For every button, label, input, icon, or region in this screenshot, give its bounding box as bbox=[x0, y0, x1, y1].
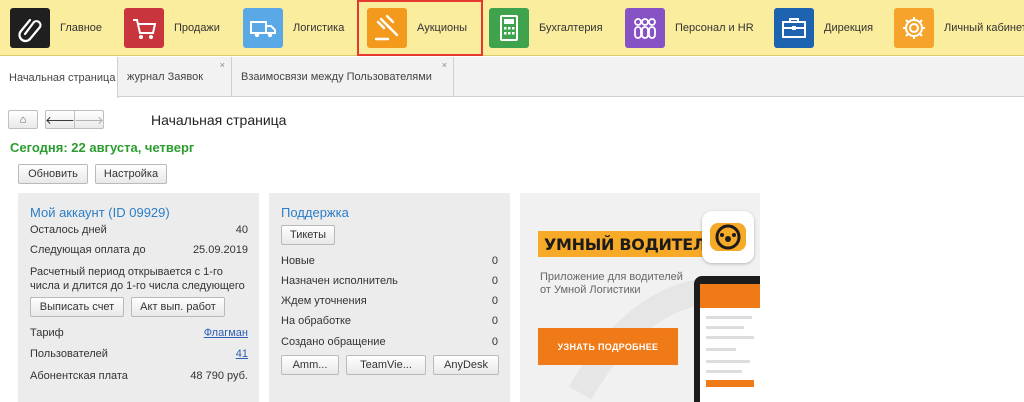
phone-mockup bbox=[694, 276, 760, 402]
tabs-bar: Начальная страница журнал Заявок × Взаим… bbox=[0, 57, 1024, 98]
section-main-label: Главное bbox=[60, 22, 103, 34]
tab-home-label: Начальная страница bbox=[9, 71, 116, 84]
account-panel: Мой аккаунт (ID 09929) Осталось дней 40 … bbox=[18, 193, 259, 402]
section-cabinet-label: Личный кабинет bbox=[944, 22, 1024, 34]
tab-user-relations-label: Взаимосвязи между Пользователями bbox=[241, 71, 432, 83]
fee-value: 48 790 руб. bbox=[190, 370, 248, 382]
steering-wheel-icon bbox=[710, 223, 746, 251]
today-date: Сегодня: 22 августа, четверг bbox=[10, 140, 195, 155]
anydesk-button[interactable]: AnyDesk bbox=[433, 355, 499, 375]
teamviewer-button[interactable]: TeamVie... bbox=[346, 355, 426, 375]
paperclip-icon bbox=[10, 8, 50, 48]
app-logo bbox=[702, 211, 754, 263]
next-payment-label: Следующая оплата до bbox=[30, 244, 146, 256]
section-sales-label: Продажи bbox=[174, 22, 220, 34]
ticket-status-label: Назначен исполнитель bbox=[281, 275, 398, 287]
phone-action-bar bbox=[706, 380, 754, 387]
briefcase-icon bbox=[774, 8, 814, 48]
section-accounting-label: Бухгалтерия bbox=[539, 22, 603, 34]
refresh-button[interactable]: Обновить bbox=[18, 164, 88, 184]
days-left-label: Осталось дней bbox=[30, 224, 107, 236]
days-left-value: 40 bbox=[235, 224, 248, 236]
home-button[interactable]: ⌂ bbox=[8, 110, 38, 129]
close-icon[interactable]: × bbox=[220, 60, 225, 70]
tickets-button[interactable]: Тикеты bbox=[281, 225, 335, 245]
ticket-status-count: 0 bbox=[491, 336, 498, 348]
ticket-status-count: 0 bbox=[491, 315, 498, 327]
learn-more-button[interactable]: УЗНАТЬ ПОДРОБНЕЕ bbox=[538, 328, 678, 365]
support-panel: Поддержка Тикеты Новые 0 Назначен исполн… bbox=[269, 193, 510, 402]
back-button[interactable]: 🡐 bbox=[45, 110, 75, 129]
phone-screen bbox=[700, 284, 760, 402]
ticket-status-count: 0 bbox=[491, 255, 498, 267]
section-logistics-label: Логистика bbox=[293, 22, 345, 34]
home-icon: ⌂ bbox=[19, 113, 27, 126]
ad-banner[interactable]: УМНЫЙ ВОДИТЕЛЬ Приложение для водителей … bbox=[520, 193, 760, 402]
section-auctions-label: Аукционы bbox=[417, 22, 468, 34]
phone-line bbox=[706, 370, 742, 373]
phone-app-header bbox=[700, 284, 760, 308]
gear-icon bbox=[894, 8, 934, 48]
account-title[interactable]: Мой аккаунт (ID 09929) bbox=[30, 205, 170, 220]
users-link[interactable]: 41 bbox=[236, 348, 248, 360]
settings-button[interactable]: Настройка bbox=[95, 164, 167, 184]
section-management-label: Дирекция bbox=[824, 22, 874, 34]
ad-description: Приложение для водителей от Умной Логист… bbox=[540, 271, 683, 296]
tab-requests-log-label: журнал Заявок bbox=[127, 71, 204, 83]
ticket-status-label: На обработке bbox=[281, 315, 352, 327]
people-icon bbox=[625, 8, 665, 48]
phone-line bbox=[706, 316, 752, 319]
ad-title: УМНЫЙ ВОДИТЕЛЬ bbox=[538, 231, 718, 257]
section-hr[interactable]: Персонал и HR bbox=[625, 0, 754, 56]
ticket-status-count: 0 bbox=[491, 275, 498, 287]
act-button[interactable]: Акт вып. работ bbox=[131, 297, 225, 317]
ticket-status-label: Ждем уточнения bbox=[281, 295, 367, 307]
truck-icon bbox=[243, 8, 283, 48]
section-cabinet[interactable]: Личный кабинет bbox=[894, 0, 1024, 56]
phone-line bbox=[706, 360, 750, 363]
arrow-right-icon: 🡒 bbox=[74, 114, 104, 127]
phone-line bbox=[706, 336, 754, 339]
gavel-icon bbox=[367, 8, 407, 48]
next-payment-value: 25.09.2019 bbox=[192, 244, 248, 256]
calculator-icon bbox=[489, 8, 529, 48]
ticket-status-count: 0 bbox=[491, 295, 498, 307]
sections-bar: Главное Продажи Логистика Аукционы Бухга… bbox=[0, 0, 1024, 56]
fee-label: Абонентская плата bbox=[30, 370, 128, 382]
section-sales[interactable]: Продажи bbox=[124, 0, 220, 56]
forward-button[interactable]: 🡒 bbox=[74, 110, 104, 129]
section-hr-label: Персонал и HR bbox=[675, 22, 754, 34]
shopping-cart-icon bbox=[124, 8, 164, 48]
section-accounting[interactable]: Бухгалтерия bbox=[489, 0, 603, 56]
tab-requests-log[interactable]: журнал Заявок × bbox=[118, 57, 232, 97]
phone-line bbox=[706, 348, 736, 351]
users-label: Пользователей bbox=[30, 348, 108, 360]
phone-line bbox=[706, 326, 744, 329]
tab-user-relations[interactable]: Взаимосвязи между Пользователями × bbox=[232, 57, 454, 97]
ammyy-button[interactable]: Amm... bbox=[281, 355, 339, 375]
ticket-status-label: Новые bbox=[281, 255, 315, 267]
section-auctions[interactable]: Аукционы bbox=[357, 0, 483, 56]
close-icon[interactable]: × bbox=[442, 60, 447, 70]
arrow-left-icon: 🡐 bbox=[45, 114, 75, 127]
support-title[interactable]: Поддержка bbox=[281, 205, 349, 220]
section-logistics[interactable]: Логистика bbox=[243, 0, 344, 56]
tab-home[interactable]: Начальная страница bbox=[0, 57, 118, 98]
section-main[interactable]: Главное bbox=[10, 0, 102, 56]
tariff-label: Тариф bbox=[30, 327, 64, 339]
section-management[interactable]: Дирекция bbox=[774, 0, 873, 56]
ticket-status-label: Создано обращение bbox=[281, 336, 386, 348]
page-title: Начальная страница bbox=[151, 112, 287, 128]
invoice-button[interactable]: Выписать счет bbox=[30, 297, 124, 317]
tariff-link[interactable]: Флагман bbox=[204, 327, 248, 339]
